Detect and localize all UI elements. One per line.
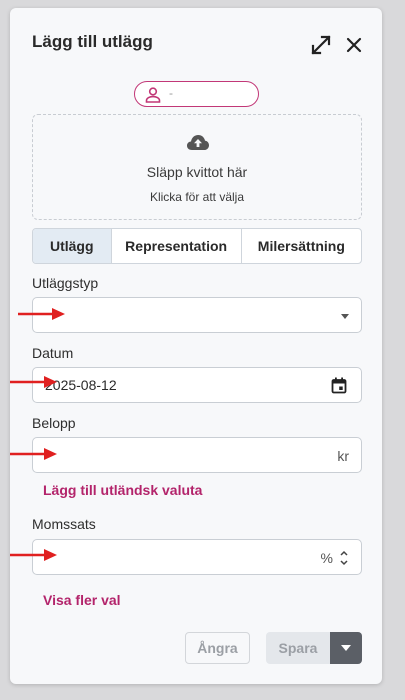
date-input[interactable]: 2025-08-12 bbox=[32, 367, 362, 403]
type-select[interactable] bbox=[32, 297, 362, 333]
dialog-title: Lägg till utlägg bbox=[32, 32, 153, 51]
type-label: Utläggstyp bbox=[32, 275, 99, 291]
calendar-icon[interactable] bbox=[331, 377, 347, 394]
cloud-upload-icon bbox=[187, 135, 209, 150]
tab-utlagg[interactable]: Utlägg bbox=[33, 229, 111, 263]
expand-icon[interactable] bbox=[310, 34, 332, 56]
amount-input[interactable]: kr bbox=[32, 437, 362, 473]
tab-representation[interactable]: Representation bbox=[110, 229, 241, 263]
save-button[interactable]: Spara bbox=[266, 632, 330, 664]
annotation-arrow-icon bbox=[18, 308, 65, 320]
dropzone-subtitle: Klicka för att välja bbox=[149, 190, 245, 204]
currency-suffix: kr bbox=[337, 448, 349, 464]
add-foreign-currency-link[interactable]: Lägg till utländsk valuta bbox=[43, 482, 202, 498]
user-icon bbox=[145, 87, 161, 103]
annotation-arrow-icon bbox=[10, 376, 57, 388]
tab-milersattning[interactable]: Milersättning bbox=[240, 229, 361, 263]
chevron-down-icon bbox=[341, 314, 349, 319]
user-name: - bbox=[169, 86, 173, 100]
vat-input[interactable]: % bbox=[32, 539, 362, 575]
add-expense-dialog: Lägg till utlägg - Släpp kvittot här Kli… bbox=[10, 8, 382, 684]
receipt-dropzone[interactable]: Släpp kvittot här Klicka för att välja bbox=[32, 114, 362, 220]
annotation-arrow-icon bbox=[10, 549, 57, 561]
expense-type-tabs: Utlägg Representation Milersättning bbox=[32, 228, 362, 264]
show-more-options-link[interactable]: Visa fler val bbox=[43, 592, 121, 608]
amount-label: Belopp bbox=[32, 415, 76, 431]
annotation-arrow-icon bbox=[10, 448, 57, 460]
chevron-down-icon bbox=[341, 645, 351, 651]
percent-suffix: % bbox=[320, 550, 333, 566]
user-chip[interactable]: - bbox=[134, 81, 259, 107]
save-options-button[interactable] bbox=[330, 632, 362, 664]
date-label: Datum bbox=[32, 345, 74, 361]
vat-label: Momssats bbox=[32, 516, 96, 532]
undo-button[interactable]: Ångra bbox=[185, 632, 250, 664]
dropzone-title: Släpp kvittot här bbox=[146, 164, 248, 180]
stepper-icon[interactable] bbox=[339, 548, 349, 568]
close-icon[interactable] bbox=[343, 34, 365, 56]
